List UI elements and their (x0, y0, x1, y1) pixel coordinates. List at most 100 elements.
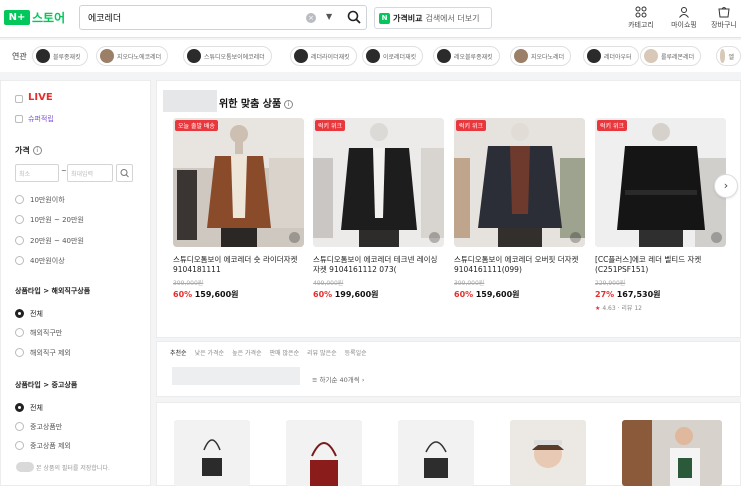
discount-rate: 60% (173, 290, 193, 299)
overseas-radio-all[interactable] (15, 309, 24, 318)
sort-option[interactable]: 낮은 가격순 (195, 348, 225, 357)
product-name[interactable]: 스튜디오톰보이 에코레더 테크넨 레이싱자켓 9104161112 073( (313, 255, 444, 275)
sort-option[interactable]: 추천순 (170, 348, 187, 357)
live-checkbox[interactable] (15, 95, 23, 103)
product-image[interactable]: 오늘 출발 배송 (173, 118, 304, 247)
chip-label: 지오다노에코레더 (117, 53, 162, 61)
cart-button[interactable]: 장바구니 (707, 6, 741, 30)
product-thumbnail[interactable] (286, 420, 362, 486)
product-thumbnail[interactable] (398, 420, 474, 486)
clear-icon[interactable]: × (306, 13, 316, 23)
used-radio-all[interactable] (15, 403, 24, 412)
info-icon[interactable]: i (32, 146, 42, 155)
info-icon[interactable]: i (284, 99, 294, 109)
mypage-button[interactable]: 마이쇼핑 (664, 6, 704, 30)
search-icon[interactable] (347, 10, 361, 24)
point-label: 슈퍼적립 (28, 115, 54, 123)
overseas-label: 전체 (30, 310, 43, 318)
chip-thumbnail (187, 49, 201, 63)
star-icon: ★ (595, 305, 601, 312)
price-min-input[interactable]: 최소 (15, 164, 59, 182)
product-name[interactable]: 스튜디오톰보이 에코레더 오버핏 더자켓 9104161111(099) (454, 255, 585, 275)
price-range-radio[interactable] (15, 256, 24, 265)
price-max-input[interactable]: 최대입력 (67, 164, 113, 182)
product-thumbnail[interactable] (510, 420, 586, 486)
product-image[interactable]: 럭키 위크 (313, 118, 444, 247)
used-radio[interactable] (15, 441, 24, 450)
chip-thumbnail (514, 49, 528, 63)
chip-thumbnail (437, 49, 451, 63)
keyword-chip[interactable]: 룰루레몬레더 (640, 46, 702, 66)
price-compare-button[interactable]: N 가격비교 검색에서 더보기 (374, 7, 492, 29)
overseas-radio[interactable] (15, 348, 24, 357)
bag-photo (398, 420, 474, 486)
price-range-radio[interactable] (15, 215, 24, 224)
sale-price: 60% 199,600원 (313, 289, 444, 300)
product-image[interactable]: 럭키 위크 (454, 118, 585, 247)
logo-badge: N+ (4, 10, 30, 25)
price-search-button[interactable] (116, 164, 133, 182)
sort-option[interactable]: 리뷰 많은순 (307, 348, 337, 357)
list-count-selector[interactable]: ≡ 하기순 40개씩 › (312, 374, 364, 384)
discount-rate: 27% (595, 290, 615, 299)
search-icon (120, 169, 129, 178)
chip-label: 블루종재킷 (53, 53, 81, 61)
product-card[interactable]: 럭키 위크 스튜디오톰보이 에코레더 오버핏 더자켓 9104161111(09… (454, 118, 585, 300)
keyword-chip[interactable]: 레더아우터 (583, 46, 639, 66)
heart-icon[interactable] (429, 232, 440, 243)
product-name[interactable]: [CC플러스]에코 레더 벨티드 자켓(C251PSF151) (595, 255, 726, 275)
heart-icon[interactable] (711, 232, 722, 243)
keyword-chip[interactable]: 이로레더재킷 (362, 46, 424, 66)
keyword-chip[interactable]: 스튜디오톰보이에코레더 (183, 46, 272, 66)
rating-value: 4.63 (602, 305, 616, 312)
user-name-blurred (163, 90, 217, 112)
compare-more: 검색에서 더보기 (425, 13, 480, 23)
save-filter-toggle[interactable] (16, 462, 34, 472)
heart-icon[interactable] (289, 232, 300, 243)
product-thumbnail[interactable] (622, 420, 722, 486)
used-label: 전체 (30, 404, 43, 412)
price-range-radio[interactable] (15, 236, 24, 245)
price-range-label: 10만원이하 (30, 196, 65, 204)
keyword-chip[interactable]: 엘 (716, 46, 741, 66)
overseas-filter-title: 상품타입 > 해외직구상품 (15, 287, 91, 295)
keyword-chip[interactable]: 레오블루종재킷 (433, 46, 500, 66)
product-card[interactable]: 럭키 위크 스튜디오톰보이 에코레더 테크넨 레이싱자켓 9104161112 … (313, 118, 444, 300)
sort-option[interactable]: 등록일순 (345, 348, 367, 357)
used-radio[interactable] (15, 422, 24, 431)
promo-badge: 럭키 위크 (315, 120, 345, 131)
product-thumbnail[interactable] (174, 420, 250, 486)
keyword-chip[interactable]: 블루종재킷 (32, 46, 88, 66)
category-button[interactable]: 카테고리 (621, 6, 661, 30)
price-filter-title: 가격 i (15, 145, 42, 156)
price-range-label: 20만원 ~ 40만원 (30, 237, 84, 245)
save-filter-text: 본 상품의 필터를 저장합니다. (36, 465, 110, 472)
heart-icon[interactable] (570, 232, 581, 243)
product-card[interactable]: 오늘 출발 배송 스튜디오톰보이 에코레더 숏 라이더자켓 9104181111… (173, 118, 304, 300)
price-range-sep: ~ (61, 167, 67, 175)
chip-label: 레더라이더재킷 (311, 53, 350, 61)
price-range-radio[interactable] (15, 195, 24, 204)
keyword-chip[interactable]: 레더라이더재킷 (290, 46, 357, 66)
used-label: 중고상품만 (30, 423, 63, 431)
price-range-label: 10만원 ~ 20만원 (30, 216, 84, 224)
store-logo[interactable]: N+ 스토어 (4, 9, 65, 26)
promo-badge: 럭키 위크 (597, 120, 627, 131)
search-input[interactable] (88, 10, 278, 25)
point-checkbox[interactable] (15, 115, 23, 123)
price-title-text: 가격 (15, 146, 30, 155)
mypage-icon (679, 7, 689, 18)
keyword-chip[interactable]: 지오다노에코레더 (96, 46, 169, 66)
chip-label: 지오다노레더 (531, 53, 565, 61)
bag-photo (286, 420, 362, 486)
product-card[interactable]: 럭키 위크 [CC플러스]에코 레더 벨티드 자켓(C251PSF151) 22… (595, 118, 726, 312)
keyword-chip[interactable]: 지오다노레더 (510, 46, 572, 66)
carousel-next-button[interactable]: › (714, 174, 738, 198)
dropdown-icon[interactable]: ▼ (326, 12, 332, 21)
product-name[interactable]: 스튜디오톰보이 에코레더 숏 라이더자켓 9104181111 (173, 255, 304, 275)
sort-option[interactable]: 높은 가격순 (232, 348, 262, 357)
overseas-radio[interactable] (15, 328, 24, 337)
sort-option[interactable]: 판매 많은순 (270, 348, 300, 357)
product-image[interactable]: 럭키 위크 (595, 118, 726, 247)
category-icon (635, 6, 647, 18)
